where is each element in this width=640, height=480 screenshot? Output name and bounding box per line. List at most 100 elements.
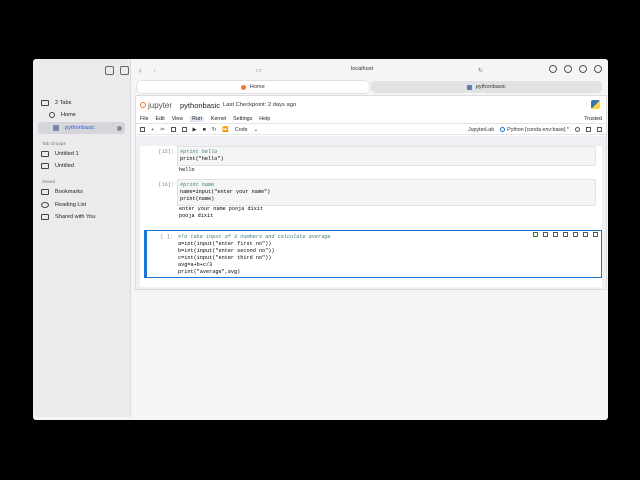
sidebar-item-home[interactable]: Home xyxy=(41,109,124,121)
menu-file[interactable]: File xyxy=(140,116,149,122)
move-up-icon[interactable] xyxy=(563,232,568,237)
share-icon[interactable] xyxy=(564,65,572,73)
sidebar-item-untitled-1[interactable]: Untitled 1 xyxy=(41,148,124,160)
browser-toolbar: ‹ › ▭ localhost ↻ xyxy=(131,59,608,81)
shared-with-you-icon xyxy=(41,214,49,220)
cell-input[interactable]: #print hello print("hello") xyxy=(177,146,596,166)
sidebar-top-icons xyxy=(105,66,129,75)
menu-edit[interactable]: Edit xyxy=(156,116,165,122)
cell-prompt: [15]: xyxy=(158,149,174,155)
sidebar-toggle-icon[interactable] xyxy=(120,66,129,75)
code-line: #print hello xyxy=(180,149,218,155)
reading-list-icon xyxy=(41,202,49,208)
saved-heading: Saved xyxy=(42,179,56,184)
toolbar-actions xyxy=(549,65,602,73)
sidebar-item-tabs[interactable]: 2 Tabs xyxy=(41,97,124,109)
move-down-icon[interactable] xyxy=(573,232,578,237)
sidebar-item-pythonbasic[interactable]: pythonbasic xyxy=(38,122,125,134)
ai-assist-icon[interactable] xyxy=(533,232,538,237)
browser-window: 2 Tabs Home pythonbasic Tab Groups Untit… xyxy=(33,59,608,420)
chevron-down-icon[interactable]: ⌄ xyxy=(254,127,258,133)
sidebar-item-label: Shared with You xyxy=(55,214,96,220)
tab-groups-heading: Tab Groups xyxy=(42,141,66,146)
code-line: c=int(input("enter third no")) xyxy=(178,255,272,261)
tabs-icon xyxy=(41,100,49,106)
menu-run[interactable]: Run xyxy=(190,116,204,122)
output-line: enter your name pooja dixit xyxy=(179,206,264,212)
jupyter-logo[interactable]: jupyter xyxy=(140,101,172,110)
run-icon[interactable]: ▶ xyxy=(193,127,197,133)
jupyterlab-button[interactable]: JupyterLab xyxy=(468,127,494,133)
sidebar-item-untitled[interactable]: Untitled xyxy=(41,160,124,172)
cell-output: hello xyxy=(179,167,195,174)
restart-run-all-icon[interactable]: ⏩ xyxy=(222,127,229,133)
sidebar-item-label: Untitled 1 xyxy=(55,151,79,157)
jupyter-ring-icon xyxy=(140,102,146,108)
back-icon[interactable]: ‹ xyxy=(139,66,142,75)
cell-input[interactable]: #print name name=input("enter your name"… xyxy=(177,179,596,206)
tab-group-icon xyxy=(41,163,49,169)
kernel-name: Python [conda env:base] * xyxy=(507,126,569,133)
tab-home[interactable]: Home xyxy=(137,81,369,93)
sidebar-item-label: Bookmarks xyxy=(55,189,83,195)
cell-input[interactable]: #To take input of 3 numbers and calculat… xyxy=(176,232,600,276)
address-bar[interactable]: localhost xyxy=(351,66,373,72)
stop-icon[interactable]: ■ xyxy=(203,127,206,133)
active-cell-indicator xyxy=(144,230,146,278)
code-line: b=int(input("enter second no")) xyxy=(178,248,275,254)
browser-sidebar: 2 Tabs Home pythonbasic Tab Groups Untit… xyxy=(33,59,131,417)
trusted-indicator[interactable]: Trusted xyxy=(584,116,602,122)
kernel-settings-icon xyxy=(500,127,506,132)
copy-icon[interactable] xyxy=(170,127,176,132)
menu-help[interactable]: Help xyxy=(259,116,270,122)
tab-pythonbasic[interactable]: pythonbasic xyxy=(370,81,602,93)
cell-type-select[interactable]: Code xyxy=(235,127,248,133)
cell-toolbar xyxy=(533,232,598,237)
sidebar-item-label: pythonbasic xyxy=(65,125,95,131)
code-line: print("average",avg) xyxy=(178,269,241,275)
notebook-name[interactable]: pythonbasic xyxy=(180,101,220,110)
downloads-icon[interactable] xyxy=(549,65,557,73)
cut-icon[interactable]: ✂ xyxy=(160,127,164,133)
cell-output: enter your name pooja dixit pooja dixit xyxy=(179,206,263,220)
format-cell-icon[interactable] xyxy=(543,232,548,237)
paste-icon[interactable] xyxy=(181,127,187,132)
insert-below-icon[interactable] xyxy=(583,232,588,237)
insert-cell-icon[interactable]: + xyxy=(151,127,154,133)
notebook-panel: [15]: #print hello print("hello") hello … xyxy=(140,146,602,287)
cell-prompt: [16]: xyxy=(158,182,174,188)
duplicate-cell-icon[interactable] xyxy=(553,232,558,237)
menu-view[interactable]: View xyxy=(172,116,183,122)
new-tab-icon[interactable] xyxy=(579,65,587,73)
close-tab-icon[interactable] xyxy=(117,125,122,131)
sidebar-item-label: 2 Tabs xyxy=(55,100,72,106)
page-settings-icon[interactable]: ▭ xyxy=(256,67,262,74)
restart-icon[interactable]: ↻ xyxy=(212,127,216,133)
output-line: pooja dixit xyxy=(179,213,214,219)
code-line: print("hello") xyxy=(180,156,224,162)
jupyter-menubar: File Edit View Run Kernel Settings Help … xyxy=(136,115,606,124)
tab-label: Home xyxy=(249,84,265,90)
tabs-overview-icon[interactable] xyxy=(594,65,602,73)
menu-settings[interactable]: Settings xyxy=(233,116,252,122)
toc-icon[interactable] xyxy=(597,127,602,132)
menu-kernel[interactable]: Kernel xyxy=(211,116,226,122)
save-icon[interactable] xyxy=(140,127,145,132)
reload-icon[interactable]: ↻ xyxy=(478,67,483,74)
forward-icon[interactable]: › xyxy=(153,66,156,75)
tab-label: pythonbasic xyxy=(475,84,506,90)
tab-overview-icon[interactable] xyxy=(105,66,114,75)
sidebar-item-bookmarks[interactable]: Bookmarks xyxy=(41,186,124,198)
cell-prompt: [ ]: xyxy=(160,234,173,240)
kernel-selector[interactable]: Python [conda env:base] * xyxy=(500,127,569,133)
output-line: hello xyxy=(179,167,195,173)
home-tab-icon xyxy=(49,112,55,118)
sidebar-item-shared[interactable]: Shared with You xyxy=(41,211,124,223)
delete-cell-icon[interactable] xyxy=(593,232,598,237)
notebook-area: [15]: #print hello print("hello") hello … xyxy=(136,136,606,289)
notebook-favicon-icon xyxy=(466,84,472,90)
active-code-cell[interactable]: [ ]: #To take input of 3 numbers and cal… xyxy=(144,230,602,278)
debugger-icon[interactable] xyxy=(586,127,591,132)
notebook-toolbar: + ✂ ▶ ■ ↻ ⏩ Code ⌄ JupyterLab Python [co… xyxy=(136,125,606,135)
sidebar-item-reading-list[interactable]: Reading List xyxy=(41,199,124,211)
